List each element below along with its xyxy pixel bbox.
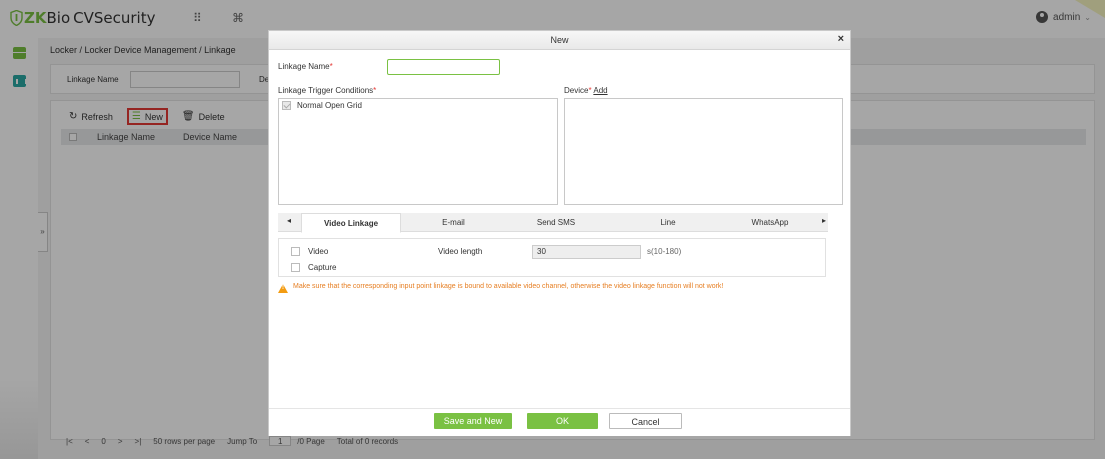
- trigger-item-label: Normal Open Grid: [297, 101, 362, 110]
- trigger-item[interactable]: Normal Open Grid: [282, 101, 362, 110]
- trigger-conditions-list: Normal Open Grid: [278, 98, 558, 205]
- capture-checkbox[interactable]: [291, 263, 300, 272]
- new-linkage-dialog: New × Linkage Name* Linkage Trigger Cond…: [268, 30, 851, 436]
- close-icon[interactable]: ×: [838, 33, 844, 45]
- video-length-hint: s(10-180): [647, 247, 682, 256]
- tab-line[interactable]: Line: [618, 213, 718, 232]
- tab-scroll-right-icon[interactable]: ▸: [822, 216, 826, 225]
- warning-text: Make sure that the corresponding input p…: [293, 283, 724, 290]
- dialog-footer: Save and New OK Cancel: [269, 408, 850, 436]
- device-label: Device* Add: [564, 86, 608, 95]
- linkage-name-input[interactable]: [387, 59, 500, 75]
- video-length-input[interactable]: 30: [532, 245, 641, 259]
- video-label: Video: [308, 247, 329, 256]
- capture-label: Capture: [308, 263, 337, 272]
- tab-email[interactable]: E-mail: [401, 213, 506, 232]
- video-checkbox[interactable]: [291, 247, 300, 256]
- dialog-header: New ×: [269, 31, 850, 50]
- video-warning: Make sure that the corresponding input p…: [278, 283, 838, 293]
- tab-video-linkage[interactable]: Video Linkage: [301, 213, 401, 233]
- warning-icon: [278, 284, 288, 293]
- linkage-action-tabs: ◂ Video Linkage E-mail Send SMS Line Wha…: [278, 213, 828, 233]
- ok-button[interactable]: OK: [527, 413, 598, 429]
- cancel-button[interactable]: Cancel: [609, 413, 682, 429]
- video-linkage-panel: Video Capture Video length 30 s(10-180): [278, 238, 826, 277]
- tab-scroll-left-icon[interactable]: ◂: [287, 216, 291, 225]
- trigger-item-checkbox[interactable]: [282, 101, 291, 110]
- trigger-conditions-label: Linkage Trigger Conditions*: [278, 86, 377, 95]
- tab-whatsapp[interactable]: WhatsApp: [719, 213, 821, 232]
- save-and-new-button[interactable]: Save and New: [434, 413, 512, 429]
- tab-send-sms[interactable]: Send SMS: [506, 213, 606, 232]
- dialog-title: New: [550, 35, 569, 45]
- device-list: [564, 98, 843, 205]
- device-add-link[interactable]: Add: [593, 86, 607, 95]
- linkage-name-label: Linkage Name*: [278, 62, 333, 71]
- video-length-label: Video length: [438, 247, 483, 256]
